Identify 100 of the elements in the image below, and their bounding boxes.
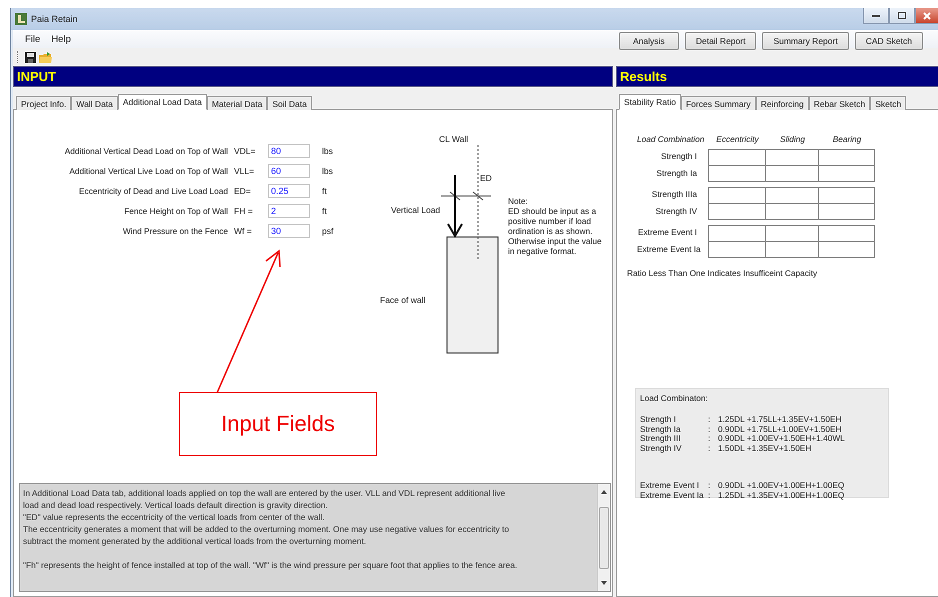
help-text: load and dead load respectively. Vertical loads default direction is gravity direction. xyxy=(23,499,329,511)
note-text: ED should be input as a xyxy=(508,206,598,216)
input-field[interactable]: 0.25 xyxy=(268,184,310,198)
maximize-button[interactable] xyxy=(889,8,915,24)
help-text: "ED" value represents the eccentricity of the vertical loads from center of the wall. xyxy=(23,511,326,523)
minimize-icon[interactable] xyxy=(872,14,880,17)
input-field[interactable]: 60 xyxy=(268,164,310,178)
tab[interactable]: Wall Data xyxy=(71,96,118,110)
column-header: Load Combination xyxy=(637,134,706,144)
separator-text: : xyxy=(708,444,712,453)
tab[interactable]: Project Info. xyxy=(16,96,72,110)
help-text: In Additional Load Data tab, additional loads applied on top the wall are entered by the user. VLL and VDL represent additional live xyxy=(23,487,506,499)
result-cell xyxy=(818,203,875,220)
combination-name: Strength Ia xyxy=(640,424,682,434)
note-text: Otherwise input the value xyxy=(508,236,602,246)
result-cell xyxy=(708,187,766,204)
box-title: Load Combinaton: xyxy=(640,393,708,403)
combination-name: Strength IV xyxy=(640,444,683,453)
save-icon[interactable] xyxy=(25,52,36,62)
unit-label: lbs xyxy=(321,146,334,156)
field-label: Wind Pressure on the Fence xyxy=(122,226,229,236)
input-field[interactable]: 80 xyxy=(268,144,310,158)
unit-label: psf xyxy=(321,226,334,236)
row-label: Strength Ia xyxy=(655,167,698,180)
app-icon xyxy=(15,13,27,25)
field-label: Fence Height on Top of Wall xyxy=(123,206,229,216)
tab[interactable]: Additional Load Data xyxy=(118,94,207,110)
column-header: Eccentricity xyxy=(715,134,760,144)
combination-name: Strength III xyxy=(640,434,682,444)
maximize-icon[interactable] xyxy=(898,12,906,19)
result-cell xyxy=(708,241,766,258)
footnote-text: Ratio Less Than One Indicates Insufficeint Capacity xyxy=(627,268,818,278)
diagram-label: CL Wall xyxy=(439,134,468,144)
result-cell xyxy=(708,165,766,182)
separator-text: : xyxy=(708,434,712,444)
window-title: Paia Retain xyxy=(31,14,78,24)
result-cell xyxy=(818,225,875,242)
menu-item[interactable]: Help xyxy=(47,34,78,44)
row-label: Strength IIIa xyxy=(650,188,698,201)
scroll-up-icon[interactable] xyxy=(601,490,607,494)
tab[interactable]: Stability Ratio xyxy=(619,94,681,110)
toolbar-button[interactable]: Detail Report xyxy=(684,32,756,50)
tab[interactable]: Soil Data xyxy=(267,96,312,110)
menu-item[interactable]: File xyxy=(13,34,48,44)
separator-text: : xyxy=(708,415,712,424)
combination-formula: 0.90DL +1.75LL+1.00EV+1.50EH xyxy=(718,424,842,434)
result-cell xyxy=(818,149,875,166)
field-code: Wf = xyxy=(234,226,253,236)
annotation-callout: Input Fields xyxy=(179,392,377,456)
result-cell xyxy=(818,187,875,204)
unit-label: ft xyxy=(321,186,328,196)
separator-text: : xyxy=(708,490,712,500)
note-text: ordination is as shown. xyxy=(508,226,594,236)
field-label: Additional Vertical Dead Load on Top of Wall xyxy=(64,146,229,156)
diagram-label: Vertical Load xyxy=(391,205,440,215)
combination-formula: 1.50DL +1.35EV+1.50EH xyxy=(718,444,812,453)
toolbar-button[interactable]: Summary Report xyxy=(762,32,849,50)
tab[interactable]: Material Data xyxy=(206,96,268,110)
row-label: Strength IV xyxy=(654,205,698,218)
field-label: Additional Vertical Live Load on Top of Wall xyxy=(68,166,229,176)
input-field[interactable]: 2 xyxy=(268,204,310,218)
row-label: Extreme Event I xyxy=(637,226,698,239)
field-code: ED= xyxy=(234,186,252,196)
tab[interactable]: Forces Summary xyxy=(680,96,756,110)
combination-name: Extreme Event Ia xyxy=(640,490,705,500)
result-cell xyxy=(708,225,766,242)
combination-name: Strength I xyxy=(640,415,677,424)
tab[interactable]: Reinforcing xyxy=(756,96,809,110)
unit-label: lbs xyxy=(321,166,334,176)
diagram-label: ED xyxy=(480,173,492,183)
combination-formula: 1.25DL +1.35EV+1.00EH+1.00EQ xyxy=(718,490,844,500)
field-label: Eccentricity of Dead and Live Load Load xyxy=(78,186,229,196)
combination-name: Extreme Event I xyxy=(640,481,700,490)
combination-formula: 1.25DL +1.75LL+1.35EV+1.50EH xyxy=(718,415,842,424)
result-cell xyxy=(818,165,875,182)
tab[interactable]: Rebar Sketch xyxy=(808,96,870,110)
combination-formula: 0.90DL +1.00EV+1.50EH+1.40WL xyxy=(718,434,845,444)
combination-formula: 0.90DL +1.00EV+1.00EH+1.00EQ xyxy=(718,481,844,490)
input-field[interactable]: 30 xyxy=(268,224,310,238)
close-button[interactable] xyxy=(915,8,938,24)
row-label: Strength I xyxy=(660,150,698,163)
column-header: Sliding xyxy=(779,134,806,144)
result-cell xyxy=(818,241,875,258)
minimize-button[interactable] xyxy=(863,8,889,24)
scrollbar[interactable] xyxy=(597,484,610,591)
field-code: VLL= xyxy=(234,166,256,176)
panel-header: INPUT xyxy=(13,66,613,87)
tab[interactable]: Sketch xyxy=(870,96,906,110)
toolbar-button[interactable]: CAD Sketch xyxy=(854,32,923,50)
close-icon[interactable] xyxy=(923,12,931,20)
result-cell xyxy=(708,203,766,220)
note-text: positive number if load xyxy=(508,216,592,226)
diagram-label: Face of wall xyxy=(380,295,426,305)
unit-label: ft xyxy=(321,206,328,216)
separator-text: : xyxy=(708,481,712,490)
column-header: Bearing xyxy=(832,134,862,144)
toolbar-button[interactable]: Analysis xyxy=(618,32,679,50)
panel-header: Results xyxy=(616,66,938,87)
separator-text: : xyxy=(708,424,712,434)
scroll-down-icon[interactable] xyxy=(601,581,607,585)
